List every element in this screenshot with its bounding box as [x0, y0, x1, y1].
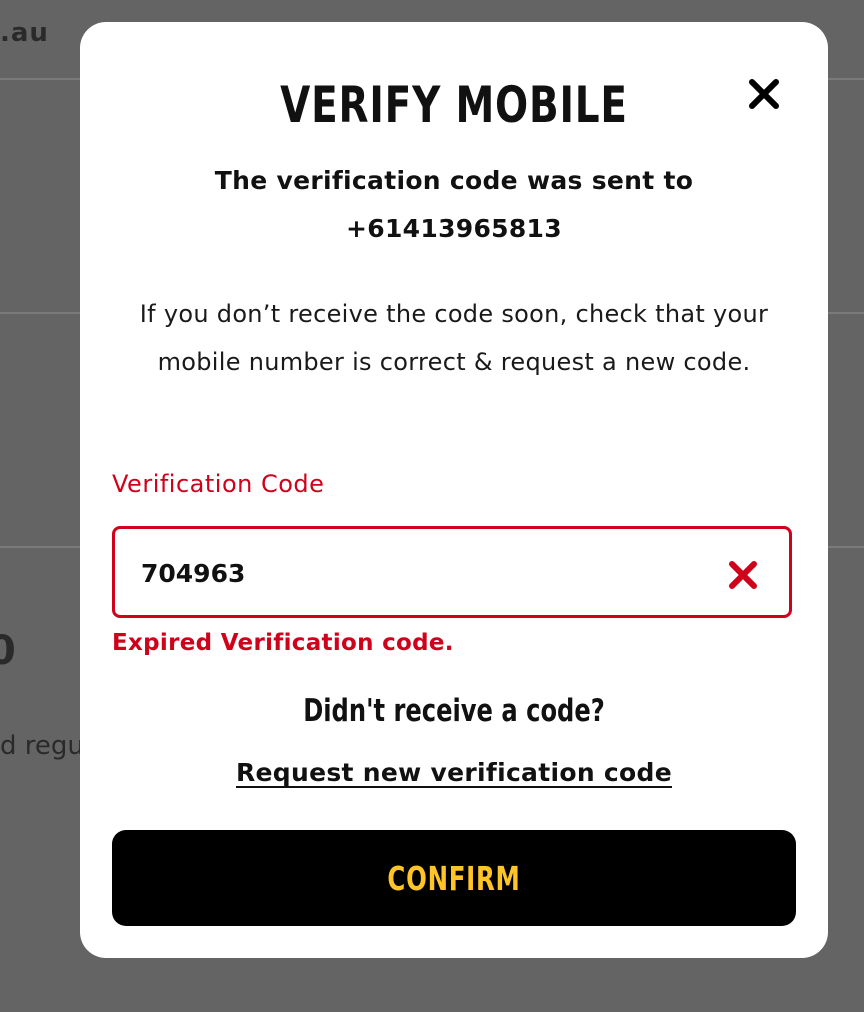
clear-icon: [729, 561, 757, 589]
info-text: If you don’t receive the code soon, chec…: [139, 300, 769, 376]
close-button[interactable]: [736, 72, 792, 116]
background-domain-text: .au: [0, 18, 49, 48]
phone-number: +61413965813: [346, 214, 562, 243]
error-message: Expired Verification code.: [112, 630, 454, 656]
close-icon: [749, 79, 779, 109]
modal-title: VERIFY MOBILE: [280, 76, 628, 134]
confirm-button[interactable]: CONFIRM: [112, 830, 796, 926]
confirm-button-label: CONFIRM: [387, 858, 521, 898]
request-new-code-link[interactable]: Request new verification code: [80, 758, 828, 787]
verification-code-label: Verification Code: [112, 470, 325, 498]
background-text: d regu: [0, 731, 84, 761]
didnt-receive-heading: Didn't receive a code?: [303, 693, 605, 729]
verification-code-input[interactable]: [141, 553, 681, 593]
sent-message: The verification code was sent to: [214, 166, 694, 195]
verify-mobile-modal: VERIFY MOBILE The verification code was …: [80, 22, 828, 958]
clear-input-button[interactable]: [727, 559, 759, 591]
verification-code-field: [112, 526, 792, 618]
background-number: 0: [0, 628, 16, 674]
